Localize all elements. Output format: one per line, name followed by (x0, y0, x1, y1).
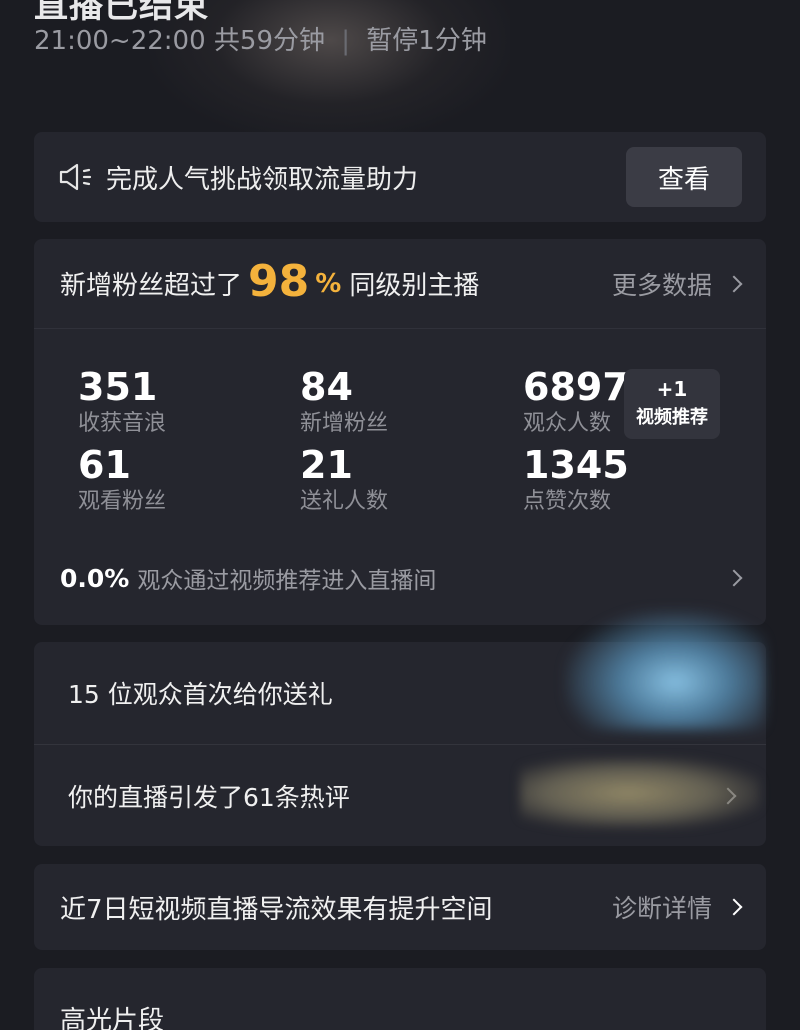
metric-label: 送礼人数 (300, 489, 389, 514)
view-challenge-button[interactable]: 查看 (626, 147, 742, 207)
list-item-first-gifts[interactable]: 15 位观众首次给你送礼 (34, 642, 766, 744)
chevron-right-icon (725, 275, 743, 292)
pause-duration: 暂停1分钟 (366, 26, 487, 56)
speaker-icon (59, 163, 92, 191)
stats-header: 新增粉丝超过了 98 % 同级别主播 更多数据 (34, 239, 766, 329)
diagnosis-card[interactable]: 近7日短视频直播导流效果有提升空间 诊断详情 (34, 864, 766, 950)
fans-compare-prefix: 新增粉丝超过了 (60, 271, 243, 301)
highlights-list: 15 位观众首次给你送礼 你的直播引发了61条热评 (34, 642, 766, 846)
divider: | (341, 26, 351, 56)
badge-count: +1 (656, 377, 688, 401)
more-data-label: 更多数据 (611, 270, 712, 300)
diagnosis-details-label: 诊断详情 (611, 894, 712, 923)
diagnosis-text: 近7日短视频直播导流效果有提升空间 (60, 894, 493, 925)
metric-value: 61 (78, 443, 131, 487)
metric-label: 收获音浪 (78, 411, 167, 436)
metric-new-fans: 84 新增粉丝 (300, 365, 388, 439)
fans-percentile: 98 (248, 256, 310, 307)
metric-value: 1345 (523, 443, 629, 487)
challenge-notice: 完成人气挑战领取流量助力 查看 (34, 132, 766, 222)
chevron-right-icon (725, 898, 743, 916)
metric-label: 新增粉丝 (300, 411, 389, 436)
chevron-right-icon (725, 569, 743, 587)
metric-label: 观众人数 (523, 411, 612, 436)
duration: 共59分钟 (213, 26, 325, 56)
metric-value: 6897 (523, 365, 629, 409)
video-referral-row[interactable]: 0.0% 观众通过视频推荐进入直播间 (60, 561, 743, 595)
metric-value: 351 (78, 365, 158, 409)
more-data-link[interactable]: 更多数据 (611, 266, 743, 302)
percent-sign: % (315, 268, 342, 299)
notice-text: 完成人气挑战领取流量助力 (106, 164, 419, 195)
badge-label: 视频推荐 (636, 407, 708, 428)
list-item-text: 你的直播引发了61条热评 (68, 782, 350, 812)
list-item-text: 15 位观众首次给你送礼 (68, 680, 333, 709)
list-item-hot-comments[interactable]: 你的直播引发了61条热评 (34, 744, 766, 846)
metric-label: 观看粉丝 (78, 489, 167, 514)
video-recommend-badge: +1 视频推荐 (624, 369, 720, 439)
chevron-right-icon (719, 787, 737, 804)
metric-watching-fans: 61 观看粉丝 (78, 443, 166, 517)
metric-viewers: 6897 观众人数 (523, 365, 629, 439)
diagnosis-details-link[interactable]: 诊断详情 (611, 889, 743, 925)
referral-ratio: 0.0% (60, 563, 130, 593)
time-range: 21:00~22:00 (34, 26, 206, 56)
referral-description: 观众通过视频推荐进入直播间 (137, 568, 437, 594)
metric-likes: 1345 点赞次数 (523, 443, 629, 517)
metric-gifters: 21 送礼人数 (300, 443, 388, 517)
metric-value: 21 (300, 443, 353, 487)
section-title: 高光片段 (60, 1006, 165, 1030)
metric-sound-waves: 351 收获音浪 (78, 365, 166, 439)
stats-card: 新增粉丝超过了 98 % 同级别主播 更多数据 351 收获音浪 84 新增粉丝… (34, 239, 766, 625)
highlight-clips-card: 高光片段 (34, 968, 766, 1030)
fans-compare-suffix: 同级别主播 (349, 271, 480, 301)
session-meta: 21:00~22:00 共59分钟 | 暂停1分钟 (34, 20, 487, 57)
metric-value: 84 (300, 365, 353, 409)
metric-label: 点赞次数 (523, 489, 612, 514)
